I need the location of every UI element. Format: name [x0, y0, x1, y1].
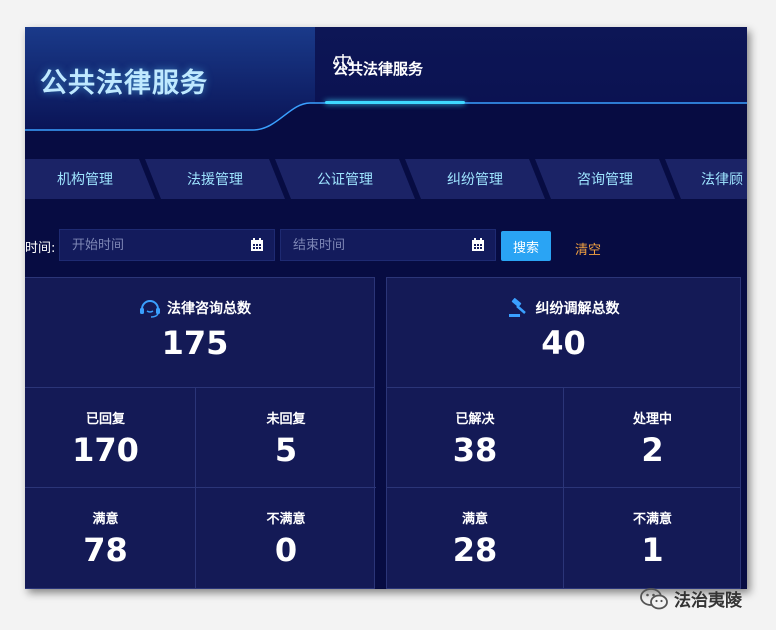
- consult-title-row: 法律咨询总数: [139, 298, 251, 318]
- replied-label: 已回复: [85, 412, 125, 427]
- dispute-unsatisfied-value: 1: [641, 531, 664, 569]
- unreplied-cell: 未回复 5: [196, 388, 376, 488]
- nav-item-label: 机构管理: [57, 172, 113, 188]
- clear-button[interactable]: 清空: [575, 239, 601, 258]
- header-tab-public-legal[interactable]: 公共法律服务: [333, 53, 423, 83]
- nav-item-institution[interactable]: 机构管理: [25, 159, 155, 199]
- resolved-value: 38: [452, 431, 498, 469]
- consult-satisfied-value: 78: [83, 531, 128, 569]
- date-filter: 时间: 搜索: [25, 229, 747, 261]
- start-date-input[interactable]: [60, 230, 274, 260]
- nav-item-label: 公证管理: [317, 172, 373, 188]
- calendar-icon[interactable]: [250, 238, 264, 252]
- nav-item-dispute[interactable]: 纠纷管理: [405, 159, 545, 199]
- processing-value: 2: [641, 431, 664, 469]
- header: 公共法律服务 公共法律服务: [25, 27, 747, 137]
- dispute-satisfied-label: 满意: [461, 512, 488, 527]
- calendar-icon[interactable]: [471, 238, 485, 252]
- active-tab-indicator: [325, 101, 465, 104]
- consult-satisfied-cell: 满意 78: [25, 488, 196, 588]
- nav-item-label: 纠纷管理: [447, 172, 503, 188]
- nav-item-label: 法援管理: [187, 172, 243, 188]
- watermark-text: 法治夷陵: [674, 591, 742, 611]
- resolved-label: 已解决: [455, 412, 495, 427]
- unreplied-label: 未回复: [266, 412, 306, 427]
- dispute-title: 纠纷调解总数: [535, 301, 620, 317]
- wechat-icon: [640, 587, 668, 609]
- resolved-cell: 已解决 38: [387, 388, 564, 488]
- dispute-mediation-panel: 纠纷调解总数 40 已解决 38 处理中 2 满意 28 不满意 1: [386, 277, 741, 589]
- scales-icon: [333, 54, 353, 70]
- dispute-total-cell: 纠纷调解总数 40: [387, 278, 740, 388]
- start-date-field[interactable]: [59, 229, 275, 261]
- end-date-field[interactable]: [280, 229, 496, 261]
- legal-consult-panel: 法律咨询总数 175 已回复 170 未回复 5 满意 78 不满意 0: [25, 277, 376, 589]
- processing-cell: 处理中 2: [564, 388, 741, 488]
- replied-value: 170: [72, 431, 139, 469]
- nav-item-label: 法律顾: [701, 172, 743, 188]
- consult-unsatisfied-cell: 不满意 0: [196, 488, 376, 588]
- gavel-icon: [508, 298, 526, 317]
- time-label: 时间:: [25, 241, 56, 256]
- nav-item-legal-aid[interactable]: 法援管理: [145, 159, 285, 199]
- consult-satisfied-label: 满意: [92, 512, 119, 527]
- app-window: 公共法律服务 公共法律服务 机构管理 法援管理 公证管理 纠纷管理 咨询管理 法…: [25, 27, 747, 589]
- app-title: 公共法律服务: [40, 68, 208, 99]
- nav-bar: 机构管理 法援管理 公证管理 纠纷管理 咨询管理 法律顾: [25, 159, 747, 199]
- dispute-total-value: 40: [541, 324, 586, 362]
- search-button[interactable]: 搜索: [501, 231, 551, 261]
- dispute-unsatisfied-label: 不满意: [632, 512, 672, 527]
- consult-unsatisfied-value: 0: [274, 531, 298, 569]
- nav-item-consult[interactable]: 咨询管理: [535, 159, 675, 199]
- consult-total-value: 175: [161, 324, 229, 362]
- dispute-satisfied-cell: 满意 28: [387, 488, 564, 588]
- watermark: 法治夷陵: [640, 586, 742, 611]
- processing-label: 处理中: [632, 412, 672, 427]
- headset-icon: [140, 300, 160, 318]
- dispute-title-row: 纠纷调解总数: [508, 298, 620, 318]
- nav-item-legal-advisor[interactable]: 法律顾: [665, 159, 747, 199]
- nav-item-label: 咨询管理: [577, 172, 633, 188]
- nav-item-notary[interactable]: 公证管理: [275, 159, 415, 199]
- dispute-satisfied-value: 28: [452, 531, 498, 569]
- consult-total-cell: 法律咨询总数 175: [25, 278, 374, 388]
- end-date-input[interactable]: [281, 230, 495, 260]
- unreplied-value: 5: [274, 431, 298, 469]
- consult-unsatisfied-label: 不满意: [266, 512, 306, 527]
- replied-cell: 已回复 170: [25, 388, 196, 488]
- consult-title: 法律咨询总数: [167, 301, 251, 317]
- dispute-unsatisfied-cell: 不满意 1: [564, 488, 741, 588]
